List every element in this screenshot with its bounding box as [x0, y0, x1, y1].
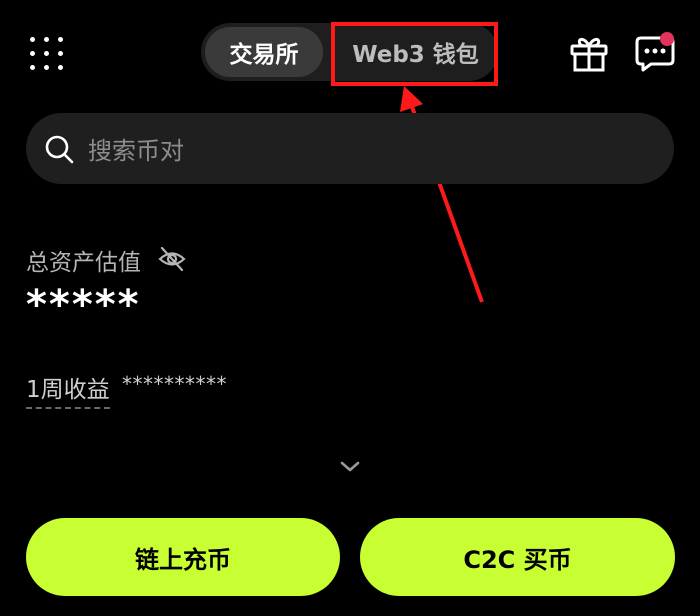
- c2c-buy-button[interactable]: C2C 买币: [360, 518, 675, 596]
- weekly-profit-label[interactable]: 1周收益: [26, 370, 110, 409]
- chevron-down-icon[interactable]: [338, 459, 362, 475]
- notification-badge: [660, 32, 674, 46]
- search-placeholder: 搜索币对: [88, 137, 184, 165]
- gift-icon[interactable]: [568, 32, 610, 74]
- tab-exchange[interactable]: 交易所: [205, 27, 323, 77]
- weekly-profit-value: **********: [122, 372, 227, 396]
- search-input[interactable]: 搜索币对: [26, 113, 674, 184]
- search-icon: [45, 135, 74, 163]
- tab-web3-wallet[interactable]: Web3 钱包: [337, 27, 494, 77]
- total-asset-label: 总资产估值: [26, 250, 141, 276]
- onchain-deposit-button[interactable]: 链上充币: [26, 518, 340, 596]
- menu-grid-icon[interactable]: [30, 37, 64, 71]
- mode-switch: 交易所 Web3 钱包: [201, 23, 498, 81]
- eye-off-icon[interactable]: [157, 244, 187, 274]
- total-asset-value: *****: [26, 282, 141, 328]
